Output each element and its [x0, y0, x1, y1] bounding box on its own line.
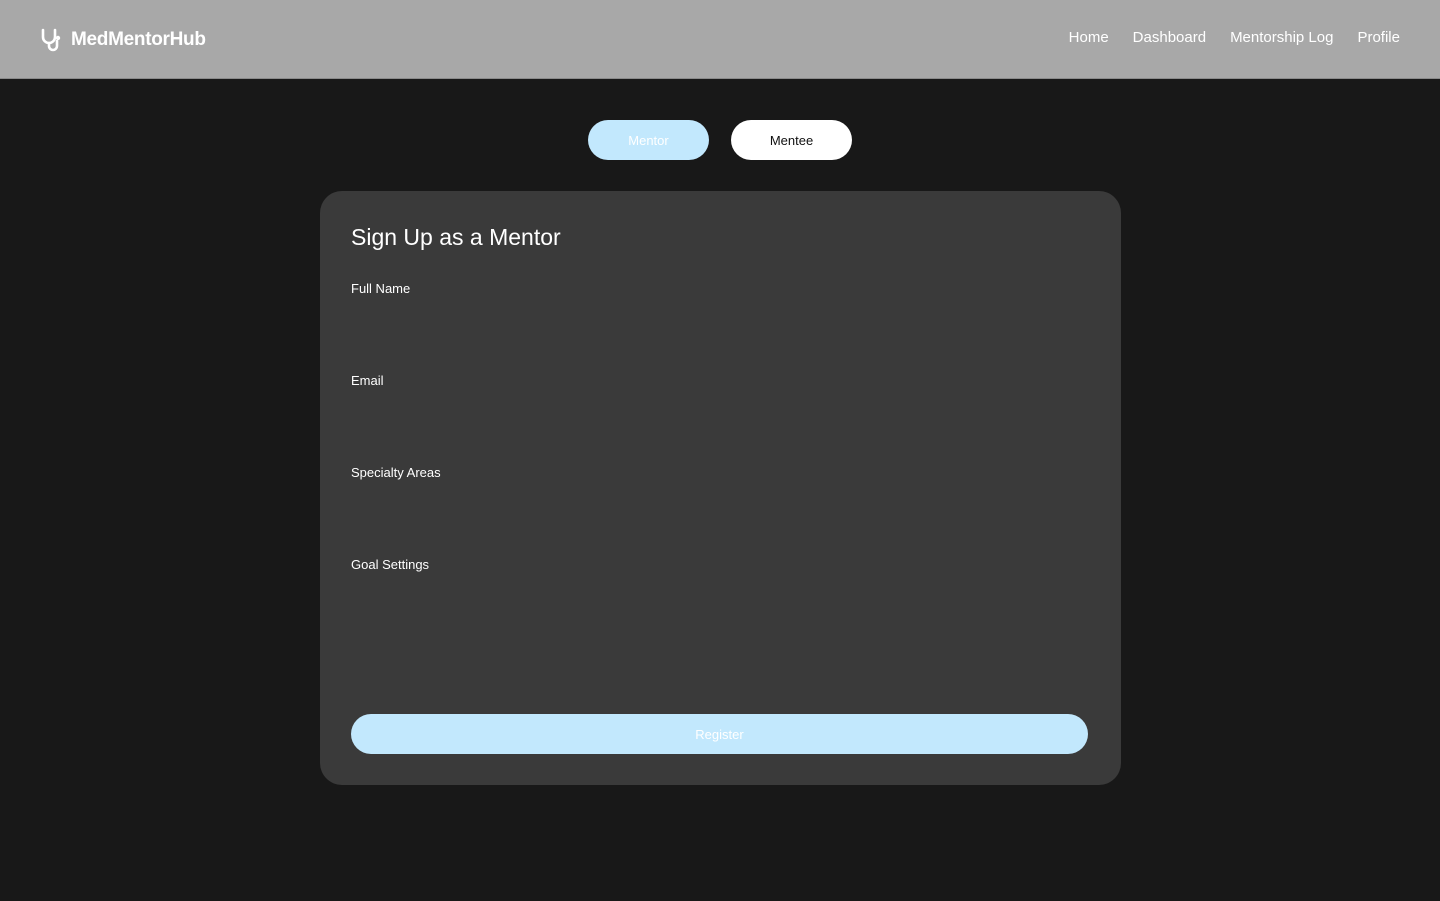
nav-dashboard-link[interactable]: Dashboard [1133, 29, 1206, 46]
email-input[interactable] [351, 393, 1088, 431]
mentor-toggle-button[interactable]: Mentor [588, 120, 709, 160]
goal-settings-textarea[interactable] [351, 577, 1088, 677]
form-title: Sign Up as a Mentor [351, 224, 561, 250]
specialty-areas-input[interactable] [351, 485, 1088, 523]
nav-mentorship-log-link[interactable]: Mentorship Log [1230, 29, 1333, 46]
nav-profile-link[interactable]: Profile [1357, 29, 1400, 46]
goal-settings-label: Goal Settings [351, 557, 430, 572]
signup-form-card: Sign Up as a Mentor Full Name Email Spec… [320, 191, 1121, 785]
nav-home-link[interactable]: Home [1069, 29, 1109, 46]
specialty-areas-label: Specialty Areas [351, 465, 441, 480]
full-name-label: Full Name [351, 281, 411, 296]
brand-logo[interactable]: MedMentorHub [39, 26, 206, 54]
full-name-input[interactable] [351, 301, 1088, 339]
email-label: Email [351, 373, 384, 388]
main-nav: Home Dashboard Mentorship Log Profile [1069, 29, 1400, 46]
register-button[interactable]: Register [351, 714, 1088, 754]
role-toggle: Mentor Mentee [588, 120, 852, 160]
stethoscope-icon [39, 27, 65, 53]
brand-name: MedMentorHub [71, 29, 206, 50]
mentee-toggle-button[interactable]: Mentee [731, 120, 852, 160]
top-navigation-bar: MedMentorHub Home Dashboard Mentorship L… [0, 0, 1440, 79]
